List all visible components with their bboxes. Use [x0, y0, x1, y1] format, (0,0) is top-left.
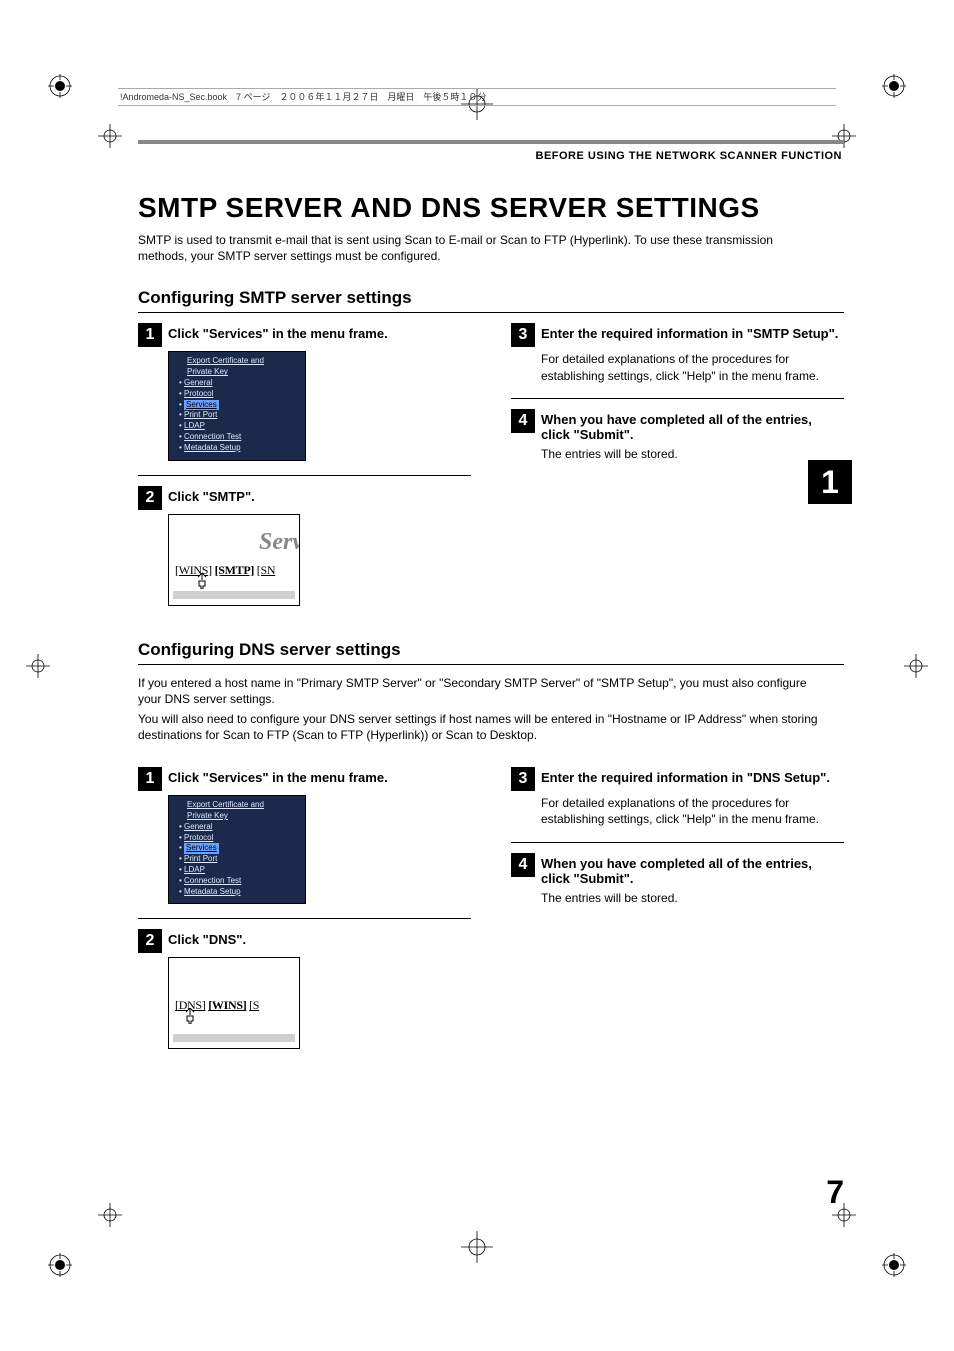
- cursor-icon: [183, 1008, 197, 1024]
- crosshair-icon: [22, 650, 54, 682]
- smtp-heading: Configuring SMTP server settings: [138, 288, 844, 313]
- register-mark-icon: [882, 1253, 906, 1277]
- step-title: Click "SMTP".: [168, 486, 471, 504]
- step-title: Enter the required information in "SMTP …: [541, 323, 844, 341]
- step-body: For detailed explanations of the procedu…: [541, 795, 844, 827]
- dns-intro-1: If you entered a host name in "Primary S…: [138, 675, 818, 707]
- step-body: For detailed explanations of the procedu…: [541, 351, 844, 383]
- step-number-badge: 3: [511, 767, 535, 791]
- step-number-badge: 4: [511, 409, 535, 433]
- step-body: The entries will be stored.: [541, 446, 844, 462]
- menu-screenshot: Export Certificate and Private Key Gener…: [168, 795, 306, 904]
- step-number-badge: 4: [511, 853, 535, 877]
- crosshair-icon: [94, 1199, 126, 1231]
- crosshair-icon: [94, 120, 126, 152]
- step-number-badge: 1: [138, 767, 162, 791]
- step-title: Click "DNS".: [168, 929, 471, 947]
- page-number: 7: [826, 1174, 844, 1211]
- register-mark-icon: [48, 74, 72, 98]
- dns-intro-2: You will also need to configure your DNS…: [138, 711, 818, 743]
- dns-crop-screenshot: [DNS] [WINS] [S: [168, 957, 300, 1049]
- step-title: Enter the required information in "DNS S…: [541, 767, 844, 785]
- step-number-badge: 2: [138, 486, 162, 510]
- crosshair-icon: [900, 650, 932, 682]
- intro-paragraph: SMTP is used to transmit e-mail that is …: [138, 232, 818, 264]
- step-number-badge: 1: [138, 323, 162, 347]
- chapter-tab: 1: [808, 460, 852, 504]
- register-mark-icon: [48, 1253, 72, 1277]
- step-number-badge: 3: [511, 323, 535, 347]
- step-number-badge: 2: [138, 929, 162, 953]
- dns-heading: Configuring DNS server settings: [138, 640, 844, 665]
- page-title: SMTP SERVER AND DNS SERVER SETTINGS: [138, 192, 844, 224]
- section-name: BEFORE USING THE NETWORK SCANNER FUNCTIO…: [138, 150, 844, 162]
- menu-screenshot: Export Certificate and Private Key Gener…: [168, 351, 306, 460]
- section-rule: [138, 140, 844, 144]
- register-mark-icon: [882, 74, 906, 98]
- step-title: Click "Services" in the menu frame.: [168, 767, 471, 785]
- smtp-crop-screenshot: Serv [WINS] [SMTP] [SN: [168, 514, 300, 606]
- cursor-icon: [195, 573, 209, 589]
- step-body: The entries will be stored.: [541, 890, 844, 906]
- running-header: !Andromeda-NS_Sec.book 7 ページ ２００６年１１月２７日…: [118, 88, 836, 106]
- step-title: When you have completed all of the entri…: [541, 853, 844, 886]
- step-title: Click "Services" in the menu frame.: [168, 323, 471, 341]
- crosshair-icon: [461, 1231, 493, 1263]
- step-title: When you have completed all of the entri…: [541, 409, 844, 442]
